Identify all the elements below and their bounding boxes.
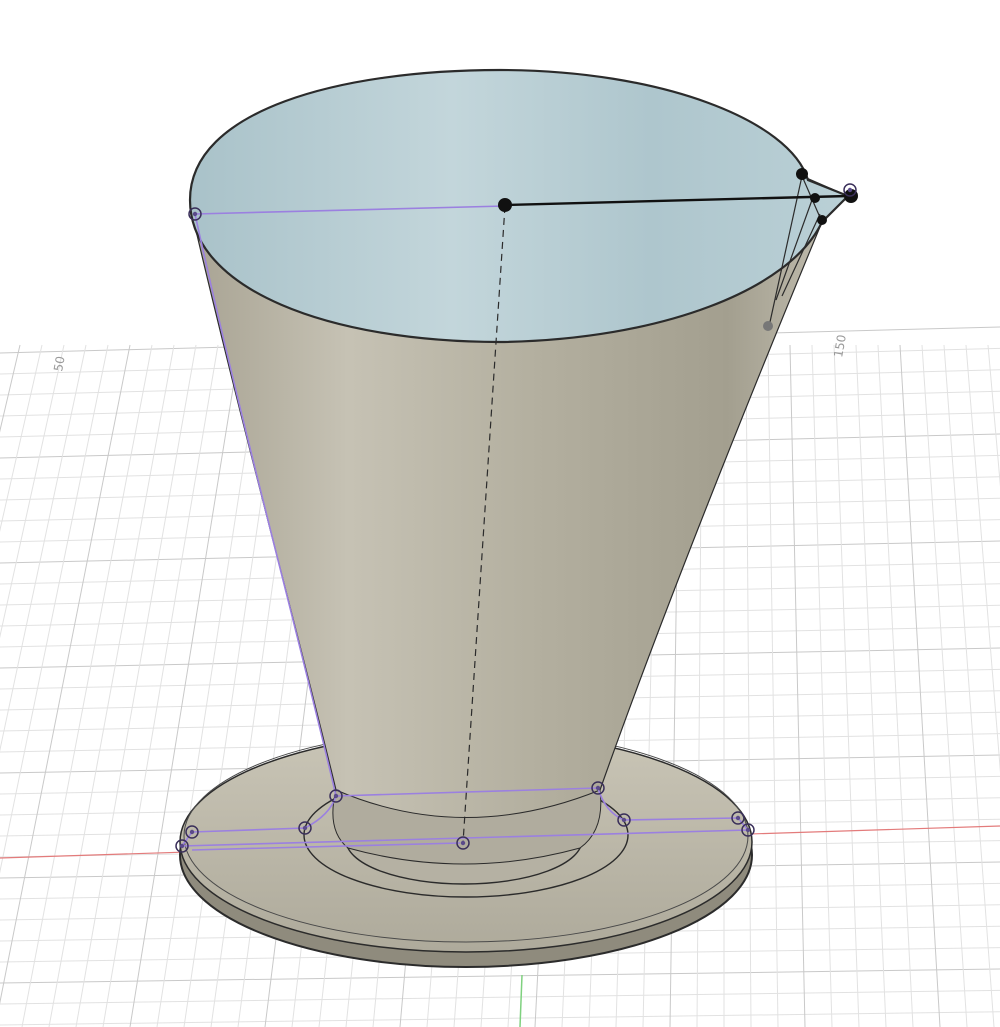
grid-line — [0, 1011, 1000, 1026]
grid-line — [943, 344, 995, 1027]
grid-line — [0, 968, 1000, 984]
grid-line — [899, 344, 941, 1027]
grid-line — [0, 344, 87, 752]
grid-line — [0, 344, 65, 639]
grid-line — [0, 344, 21, 433]
grid-line — [0, 344, 109, 874]
grid-line — [811, 344, 833, 1027]
spout-base-point-icon[interactable] — [763, 321, 773, 331]
grid-line — [767, 344, 779, 1027]
grid-line — [965, 344, 1000, 773]
grid-line — [0, 989, 1000, 1005]
grid-line — [102, 344, 219, 1027]
center-endpoint-icon[interactable] — [498, 198, 512, 212]
grid-line — [745, 344, 752, 1027]
grid-line — [877, 344, 914, 1027]
grid-line — [833, 344, 860, 1027]
cad-3d-viewport[interactable]: 50 150 — [0, 0, 1000, 1027]
grid-line — [921, 344, 968, 1027]
grid-label-50: 50 — [51, 355, 67, 372]
spout-endpoint-icon[interactable] — [817, 215, 827, 225]
cup-model[interactable] — [175, 68, 858, 968]
grid-label-150: 150 — [831, 334, 849, 359]
grid-line — [855, 344, 887, 1027]
spout-endpoint-icon[interactable] — [796, 168, 808, 180]
spout-endpoint-icon[interactable] — [810, 193, 820, 203]
grid-line — [0, 344, 131, 1005]
grid-line — [0, 344, 43, 533]
z-axis-line — [519, 974, 523, 1027]
grid-line — [789, 344, 806, 1027]
